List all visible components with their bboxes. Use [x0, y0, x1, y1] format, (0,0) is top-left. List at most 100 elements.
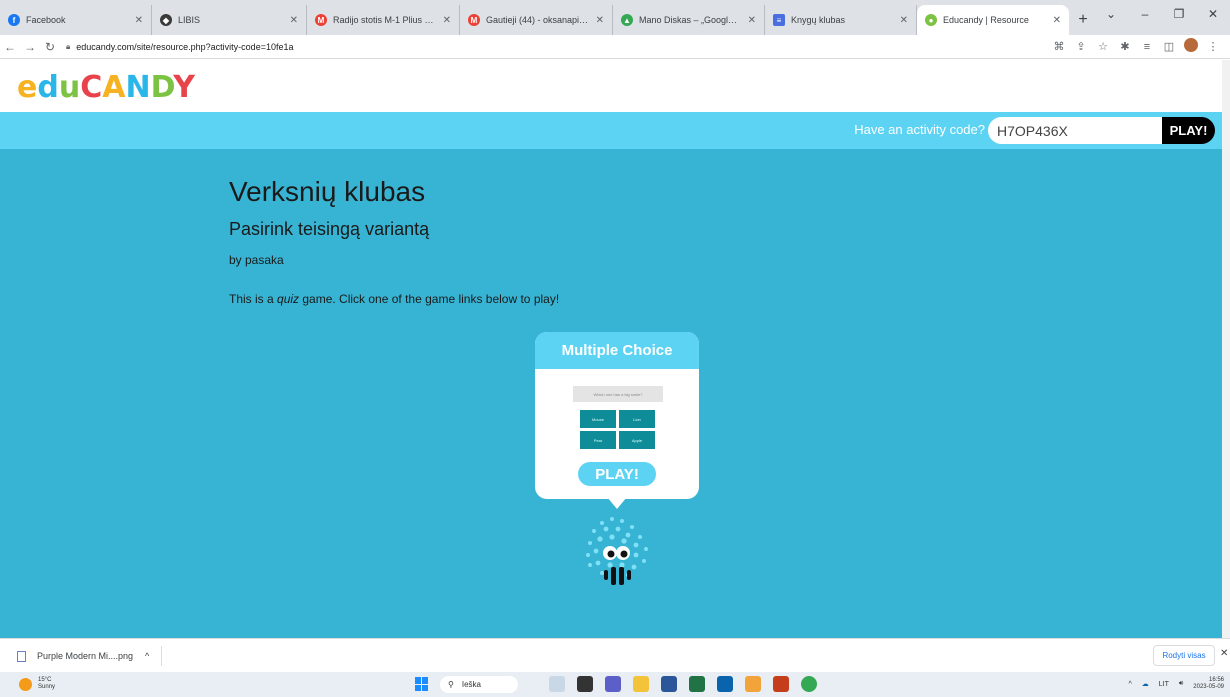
- activity-author: by pasaka: [229, 253, 284, 267]
- download-item[interactable]: Purple Modern Mi....png ^: [17, 646, 163, 666]
- close-icon[interactable]: ✕: [1053, 15, 1061, 26]
- preview-answer: Mouse: [580, 410, 616, 428]
- game-play-button[interactable]: PLAY!: [578, 462, 656, 486]
- download-shelf: Purple Modern Mi....png ^ Rodyti visas ✕: [0, 638, 1230, 672]
- image-file-icon: [17, 650, 26, 662]
- taskbar-apps: [549, 676, 829, 692]
- tab-label: Radijo stotis M-1 Plius – kv: [333, 15, 437, 25]
- minimize-icon[interactable]: –: [1128, 7, 1162, 21]
- download-filename: Purple Modern Mi....png: [37, 651, 134, 661]
- desc-prefix: This is a: [229, 292, 278, 306]
- tab-radio[interactable]: M Radijo stotis M-1 Plius – kv ✕: [307, 5, 460, 35]
- lock-icon: 🔒︎: [66, 41, 71, 51]
- preview-answer: Apple: [619, 431, 655, 449]
- share-icon[interactable]: ⇪: [1070, 40, 1092, 53]
- tab-gmail[interactable]: M Gautieji (44) - oksanapieciene@ ✕: [460, 5, 613, 35]
- menu-kebab-icon[interactable]: ⋮: [1202, 40, 1224, 53]
- drive-icon: ▲: [621, 14, 633, 26]
- forms-icon: ≡: [773, 14, 785, 26]
- page-scrollbar[interactable]: [1222, 60, 1230, 638]
- activity-description: This is a quiz game. Click one of the ga…: [229, 292, 559, 306]
- gmail-icon: M: [468, 14, 480, 26]
- file-explorer-icon[interactable]: [633, 676, 649, 692]
- close-icon[interactable]: ✕: [900, 15, 908, 26]
- radio-icon: M: [315, 14, 327, 26]
- preview-question: Which one has a big smile?: [573, 386, 663, 402]
- windows-taskbar: 15°C Sunny ⚲ Ieška ^ ☁ LIT 🔊︎ 16:56 2023-05…: [0, 672, 1230, 697]
- reload-icon[interactable]: ↻: [40, 40, 60, 54]
- side-panel-icon[interactable]: ◫: [1158, 40, 1180, 53]
- clock-date: 2023-05-09: [1193, 684, 1224, 690]
- clock[interactable]: 16:56 2023-05-09: [1193, 677, 1224, 691]
- game-card-title: Multiple Choice: [535, 332, 699, 369]
- chevron-up-icon[interactable]: ^: [145, 651, 149, 661]
- activity-subtitle: Pasirink teisingą variantą: [229, 219, 430, 239]
- address-bar[interactable]: 🔒︎ educandy.com/site/resource.php?activi…: [66, 37, 1048, 57]
- onedrive-icon[interactable]: ☁: [1142, 680, 1149, 688]
- taskbar-search-label: Ieška: [461, 680, 481, 689]
- desc-game-type: quiz: [277, 292, 300, 306]
- tab-drive[interactable]: ▲ Mano Diskas – „Google“ diskas ✕: [613, 5, 765, 35]
- task-view-icon[interactable]: [577, 676, 593, 692]
- preview-answer: Lion: [619, 410, 655, 428]
- language-indicator[interactable]: LIT: [1159, 681, 1169, 688]
- close-icon[interactable]: ✕: [748, 15, 756, 26]
- word-icon[interactable]: [661, 676, 677, 692]
- network-volume-icon[interactable]: 🔊︎: [1179, 680, 1183, 688]
- speech-pointer: [607, 497, 627, 509]
- bookmark-star-icon[interactable]: ☆: [1092, 40, 1114, 53]
- window-close-icon[interactable]: ✕: [1196, 7, 1230, 21]
- outlook-icon[interactable]: [717, 676, 733, 692]
- activity-code-label: Have an activity code?: [854, 122, 985, 137]
- weather-condition: Sunny: [38, 684, 56, 690]
- educandy-icon: ●: [925, 14, 937, 26]
- chevron-up-icon[interactable]: ^: [1128, 681, 1131, 688]
- system-tray: ^ ☁ LIT 🔊︎ 16:56 2023-05-09: [1118, 677, 1224, 691]
- excel-icon[interactable]: [689, 676, 705, 692]
- powerpoint-icon[interactable]: [773, 676, 789, 692]
- toolbar-actions: ⌘ ⇪ ☆ ✱ ≡ ◫ ⋮: [1048, 38, 1224, 55]
- tab-forms[interactable]: ≡ Knygų klubas ✕: [765, 5, 917, 35]
- activity-code-input[interactable]: [988, 117, 1162, 144]
- close-icon[interactable]: ✕: [135, 15, 143, 26]
- preview-answer: Pear: [580, 431, 616, 449]
- new-tab-button[interactable]: +: [1069, 5, 1097, 35]
- window-controls: ⌄ – ❐ ✕: [1094, 0, 1230, 28]
- tab-label: Educandy | Resource: [943, 15, 1029, 25]
- close-icon[interactable]: ✕: [290, 15, 298, 26]
- tab-facebook[interactable]: f Facebook ✕: [0, 5, 152, 35]
- facebook-icon: f: [8, 14, 20, 26]
- tab-search-icon[interactable]: ⌄: [1094, 7, 1128, 21]
- preview-answers: Mouse Lion Pear Apple: [580, 410, 655, 449]
- show-all-downloads-button[interactable]: Rodyti visas: [1153, 645, 1215, 666]
- search-icon: ⚲: [448, 680, 454, 689]
- tab-label: Knygų klubas: [791, 15, 846, 25]
- profile-avatar[interactable]: [1180, 38, 1202, 55]
- educandy-logo[interactable]: eduCANDY: [17, 70, 195, 105]
- office-icon[interactable]: [745, 676, 761, 692]
- teams-icon[interactable]: [605, 676, 621, 692]
- tab-educandy[interactable]: ● Educandy | Resource ✕: [917, 5, 1069, 35]
- tab-label: Gautieji (44) - oksanapieciene@: [486, 15, 590, 25]
- activity-title: Verksnių klubas: [229, 176, 426, 207]
- chrome-icon[interactable]: [801, 676, 817, 692]
- tab-libis[interactable]: ◆ LIBIS ✕: [152, 5, 307, 35]
- back-icon[interactable]: ←: [0, 40, 20, 54]
- code-play-button[interactable]: PLAY!: [1162, 117, 1215, 144]
- weather-widget[interactable]: 15°C Sunny: [19, 677, 55, 691]
- extensions-icon[interactable]: ✱: [1114, 40, 1136, 53]
- windows-start-icon[interactable]: [415, 677, 429, 691]
- site-header: eduCANDY: [0, 60, 1230, 112]
- close-icon[interactable]: ✕: [443, 15, 451, 26]
- close-icon[interactable]: ✕: [1220, 648, 1228, 659]
- restore-icon[interactable]: ❐: [1162, 7, 1196, 21]
- widgets-icon[interactable]: [549, 676, 565, 692]
- close-icon[interactable]: ✕: [596, 15, 604, 26]
- game-card-multiple-choice[interactable]: Multiple Choice Which one has a big smil…: [535, 332, 699, 509]
- clock-time: 16:56: [1208, 677, 1224, 683]
- forward-icon[interactable]: →: [20, 40, 40, 54]
- reading-list-icon[interactable]: ≡: [1136, 41, 1158, 53]
- translate-icon[interactable]: ⌘: [1048, 40, 1070, 53]
- taskbar-search[interactable]: ⚲ Ieška: [440, 676, 518, 693]
- tab-label: LIBIS: [178, 15, 201, 25]
